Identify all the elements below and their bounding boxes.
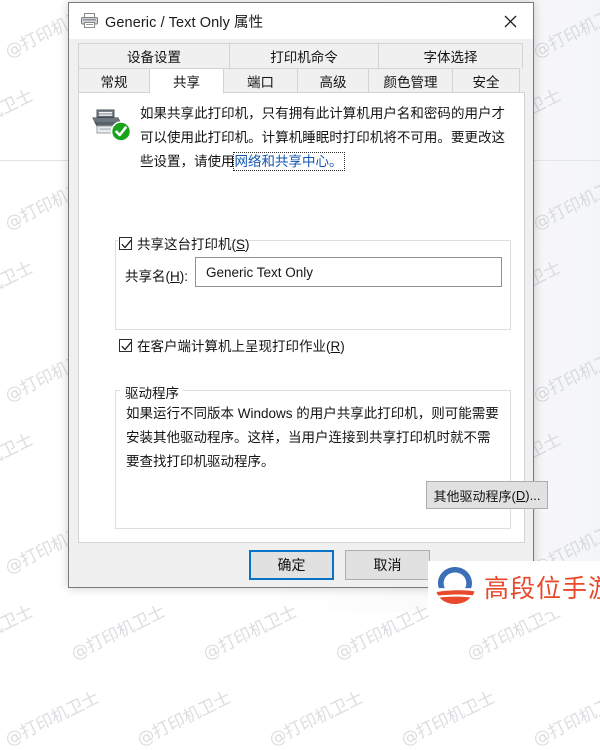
- share-this-printer-checkbox[interactable]: 共享这台打印机(S): [119, 233, 250, 253]
- tab-高级[interactable]: 高级: [297, 68, 369, 94]
- additional-drivers-button[interactable]: 其他驱动程序(D)...: [426, 481, 548, 509]
- share-name-label: 共享名(H):: [125, 265, 188, 285]
- tab-label: 安全: [472, 75, 500, 90]
- share-this-printer-label-text: 共享这台打印机(: [137, 237, 236, 252]
- tab-label: 常规: [100, 75, 128, 90]
- printer-properties-dialog: Generic / Text Only 属性 设备设置 打印机命令 字体选择 常规共…: [68, 2, 548, 588]
- sharing-tab-panel: 如果共享此打印机，只有拥有此计算机用户名和密码的用户才可以使用此打印机。计算机睡…: [78, 92, 548, 543]
- watermark-text: @打印机卫士: [398, 687, 499, 750]
- tab-设备设置[interactable]: 设备设置: [78, 43, 230, 68]
- cancel-button[interactable]: 取消: [345, 550, 430, 580]
- watermark-text: @打印机卫士: [134, 687, 235, 750]
- printer-icon: [81, 13, 98, 28]
- share-name-label-text: 共享名(: [125, 269, 170, 284]
- ok-button[interactable]: 确定: [249, 550, 334, 580]
- render-jobs-label-tail: ): [340, 339, 345, 354]
- tab-共享[interactable]: 共享: [149, 68, 224, 94]
- tab-常规[interactable]: 常规: [78, 68, 150, 94]
- tab-安全[interactable]: 安全: [452, 68, 520, 94]
- render-jobs-label-text: 在客户端计算机上呈现打印作业(: [137, 339, 331, 354]
- close-icon[interactable]: [487, 3, 533, 39]
- network-sharing-center-link[interactable]: 网络和共享中心。: [232, 152, 345, 171]
- tab-label: 端口: [247, 75, 274, 90]
- share-this-printer-label-tail: ): [245, 237, 250, 252]
- watermark-text: @打印机卫士: [2, 687, 103, 750]
- tab-label: 设备设置: [127, 50, 181, 65]
- watermark-text: @打印机卫士: [530, 687, 600, 750]
- tab-颜色管理[interactable]: 颜色管理: [368, 68, 453, 94]
- tab-row-bottom: 常规 共享 端口 高级 颜色管理 安全: [78, 68, 525, 94]
- tab-端口[interactable]: 端口: [223, 68, 298, 94]
- tab-打印机命令[interactable]: 打印机命令: [229, 43, 379, 68]
- brand-watermark-overlay: 高段位手游网: [428, 561, 600, 612]
- circle-swoosh-logo-icon: [433, 563, 477, 610]
- sharing-info-text: 如果共享此打印机，只有拥有此计算机用户名和密码的用户才可以使用此打印机。计算机睡…: [140, 102, 505, 174]
- share-name-label-tail: ):: [179, 269, 188, 284]
- tab-label: 共享: [173, 75, 200, 90]
- additional-drivers-label-text: 其他驱动程序(: [433, 488, 516, 504]
- tab-label: 颜色管理: [383, 75, 438, 90]
- tab-label: 打印机命令: [270, 50, 338, 65]
- checkmark-icon: [119, 236, 132, 250]
- share-name-input[interactable]: Generic Text Only: [195, 257, 502, 287]
- driver-group-legend: 驱动程序: [122, 382, 182, 402]
- printer-shared-ok-icon: [91, 106, 135, 146]
- render-jobs-accel: R: [330, 339, 341, 354]
- brand-name: 高段位手游网: [484, 573, 600, 603]
- share-name-accel: H: [170, 269, 180, 284]
- title-bar: Generic / Text Only 属性: [69, 3, 533, 39]
- additional-drivers-label-tail: )...: [525, 487, 541, 503]
- driver-description-text: 如果运行不同版本 Windows 的用户共享此打印机，则可能需要安装其他驱动程序…: [126, 406, 499, 469]
- checkmark-icon: [119, 338, 132, 352]
- render-jobs-label: 在客户端计算机上呈现打印作业(R): [137, 335, 345, 355]
- tab-label: 字体选择: [423, 50, 478, 65]
- share-this-printer-label: 共享这台打印机(S): [137, 233, 250, 253]
- tab-strip: 设备设置 打印机命令 字体选择 常规 共享 端口 高级 颜色管理 安全: [78, 43, 525, 94]
- window-title: Generic / Text Only 属性: [105, 15, 264, 31]
- render-jobs-on-client-checkbox[interactable]: 在客户端计算机上呈现打印作业(R): [119, 335, 345, 355]
- tab-字体选择[interactable]: 字体选择: [378, 43, 523, 68]
- tab-label: 高级: [319, 75, 347, 90]
- watermark-text: @打印机卫士: [266, 687, 367, 750]
- additional-drivers-accel: D: [515, 487, 526, 503]
- share-this-printer-accel: S: [236, 237, 246, 252]
- tab-row-top: 设备设置 打印机命令 字体选择: [78, 43, 525, 68]
